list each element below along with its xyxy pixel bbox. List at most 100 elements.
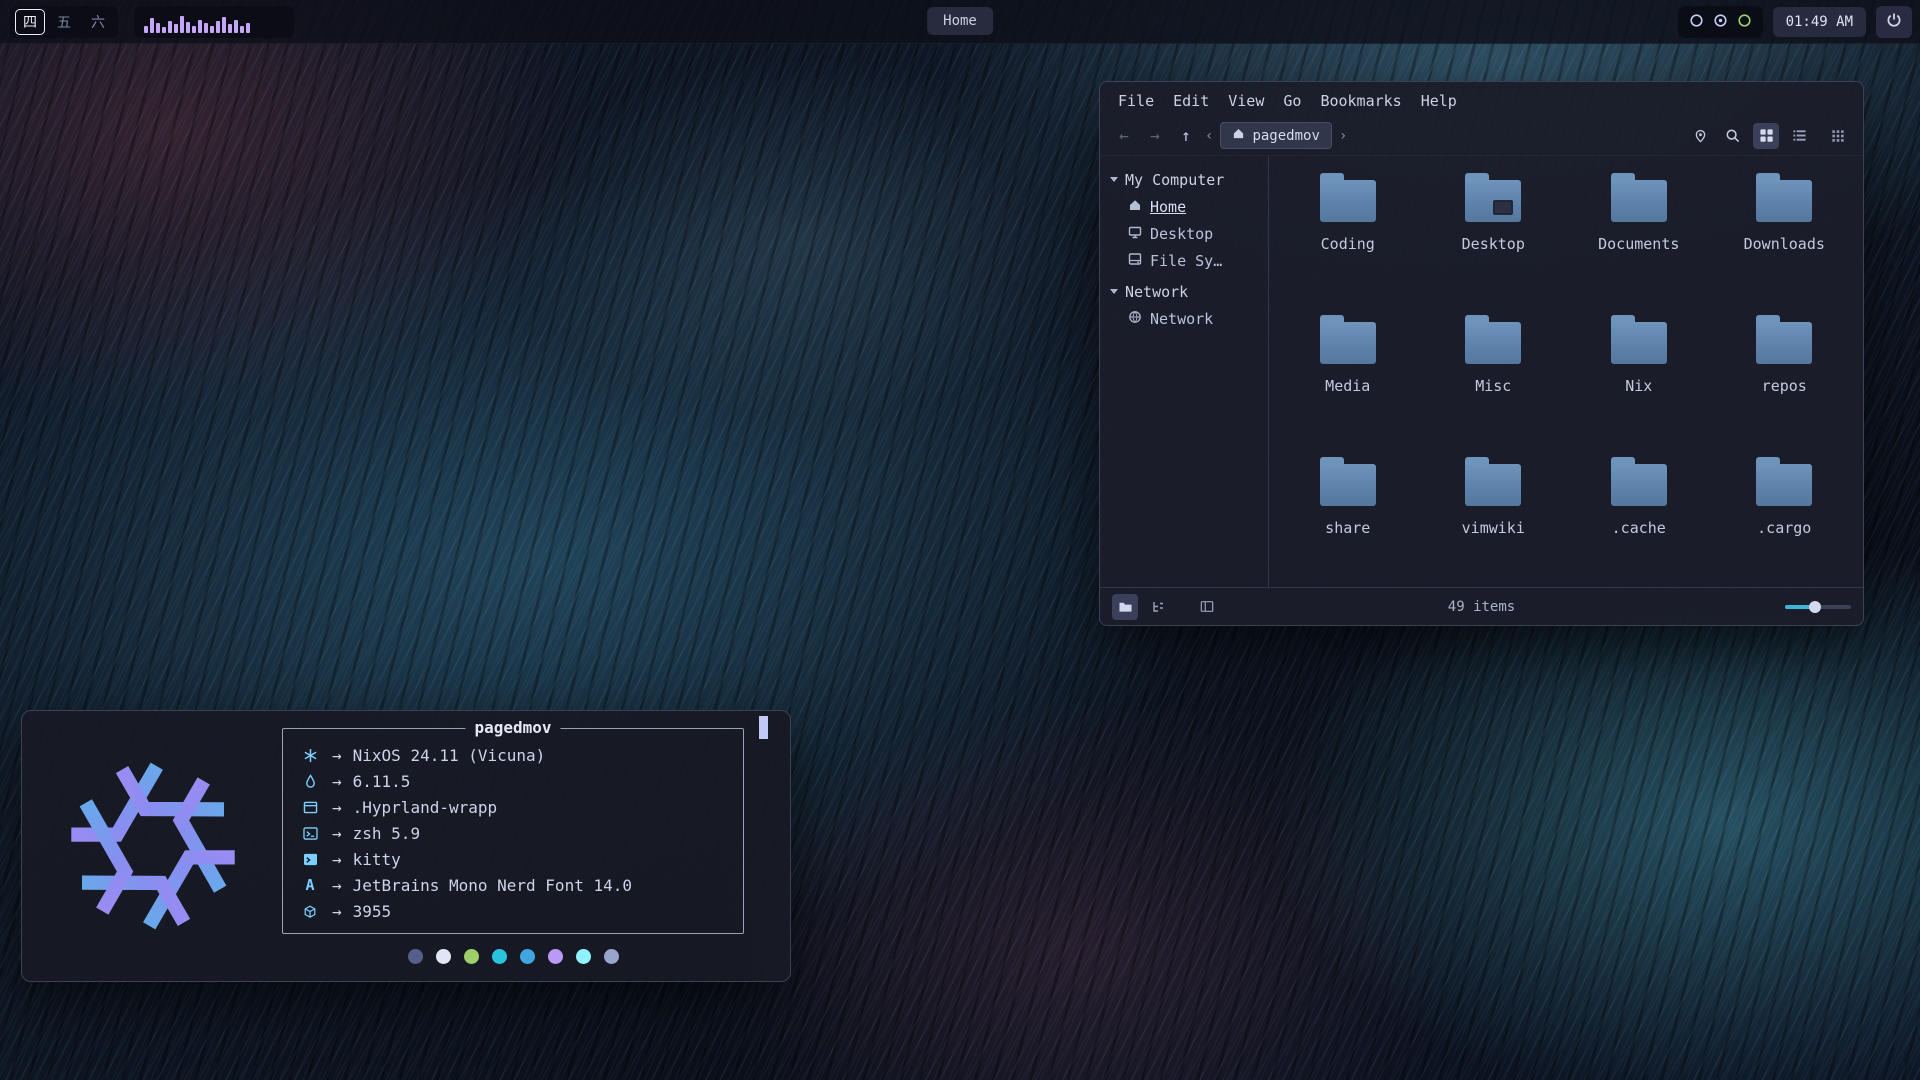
clock[interactable]: 01:49 AM: [1773, 7, 1866, 37]
fetch-arrow: →: [332, 902, 342, 921]
tray-icon-3[interactable]: [1737, 13, 1752, 32]
workspace-3[interactable]: 六: [83, 9, 113, 35]
tray-icon-2[interactable]: [1713, 13, 1728, 32]
status-bar: 49 items: [1100, 587, 1863, 625]
palette-dot: [464, 949, 479, 964]
fetch-arrow: →: [332, 850, 342, 869]
sidebar-section-my-computer[interactable]: My Computer: [1110, 166, 1268, 193]
show-folders-button[interactable]: [1112, 594, 1138, 620]
folder-item-coding[interactable]: Coding: [1275, 166, 1421, 308]
visualizer-bar: [168, 21, 172, 33]
menu-help[interactable]: Help: [1421, 92, 1457, 112]
menu-bookmarks[interactable]: Bookmarks: [1320, 92, 1401, 112]
apps-grid-button[interactable]: [1825, 123, 1851, 149]
side-pane-toggle-button[interactable]: [1194, 594, 1220, 620]
path-scroll-left-icon[interactable]: ‹: [1205, 128, 1213, 144]
visualizer-bar: [216, 21, 220, 33]
up-button[interactable]: ↑: [1174, 126, 1198, 145]
zoom-slider[interactable]: [1785, 605, 1851, 609]
sidebar-item-desktop[interactable]: Desktop: [1110, 220, 1268, 247]
path-scroll-right-icon[interactable]: ›: [1339, 128, 1347, 144]
path-bar[interactable]: pagedmov: [1220, 122, 1331, 149]
visualizer-bar: [186, 22, 190, 33]
sidebar-item-home[interactable]: Home: [1110, 193, 1268, 220]
folder-icon: [1320, 180, 1376, 222]
zoom-slider-knob[interactable]: [1809, 601, 1821, 613]
path-segment: pagedmov: [1252, 128, 1319, 144]
folder-item-share[interactable]: share: [1275, 450, 1421, 592]
palette-dot: [604, 949, 619, 964]
folder-item-vimwiki[interactable]: vimwiki: [1421, 450, 1567, 592]
folder-label: Media: [1325, 377, 1370, 395]
menu-go[interactable]: Go: [1283, 92, 1301, 112]
folder-item-desktop[interactable]: Desktop: [1421, 166, 1567, 308]
menu-edit[interactable]: Edit: [1173, 92, 1209, 112]
fetch-arrow: →: [332, 746, 342, 765]
forward-button[interactable]: →: [1143, 126, 1167, 145]
terminal-window: pagedmov → NixOS 24.11 (Vicuna) → 6.11.5: [21, 710, 791, 982]
fetch-line-shell: → zsh 5.9: [299, 820, 727, 846]
folder-item-nix[interactable]: Nix: [1566, 308, 1712, 450]
location-pin-button[interactable]: [1687, 123, 1713, 149]
audio-visualizer: [134, 6, 294, 38]
folder-item-documents[interactable]: Documents: [1566, 166, 1712, 308]
menu-file[interactable]: File: [1118, 92, 1154, 112]
visualizer-bar: [144, 26, 148, 33]
menu-view[interactable]: View: [1228, 92, 1264, 112]
kernel-icon: [299, 774, 321, 789]
palette-dot: [520, 949, 535, 964]
tray-icon-1[interactable]: [1689, 13, 1704, 32]
visualizer-bar: [228, 24, 232, 33]
disk-icon: [1128, 252, 1142, 270]
workspace-1[interactable]: 四: [15, 9, 45, 35]
power-button[interactable]: [1876, 6, 1912, 38]
sidebar-section-network[interactable]: Network: [1110, 278, 1268, 305]
fetch-value: 3955: [353, 902, 392, 921]
folder-icon: [1611, 322, 1667, 364]
fetch-line-kernel: → 6.11.5: [299, 768, 727, 794]
file-manager-body: My Computer Home Desktop File Sy…: [1100, 156, 1863, 587]
color-palette: [282, 949, 744, 964]
visualizer-bar: [150, 18, 154, 33]
visualizer-bar: [156, 23, 160, 33]
folder-icon: [1756, 180, 1812, 222]
folder-icon: [1756, 464, 1812, 506]
list-view-button[interactable]: [1786, 123, 1812, 149]
file-manager-window: File Edit View Go Bookmarks Help ← → ↑ ‹…: [1099, 81, 1864, 626]
search-button[interactable]: [1720, 123, 1746, 149]
folder-item-repos[interactable]: repos: [1712, 308, 1858, 450]
sidebar: My Computer Home Desktop File Sy…: [1100, 156, 1268, 587]
folder-item-misc[interactable]: Misc: [1421, 308, 1567, 450]
tree-view-button[interactable]: [1145, 594, 1171, 620]
folder-item-cache[interactable]: .cache: [1566, 450, 1712, 592]
terminal-cursor: [759, 716, 768, 739]
fetch-value: zsh 5.9: [353, 824, 420, 843]
fetch-value: .Hyprland-wrapp: [353, 798, 498, 817]
sidebar-item-filesystem[interactable]: File Sy…: [1110, 247, 1268, 274]
folder-icon: [1320, 464, 1376, 506]
font-icon: A: [299, 876, 321, 894]
visualizer-bar: [198, 20, 202, 33]
folder-label: vimwiki: [1462, 519, 1525, 537]
active-window-title[interactable]: Home: [927, 7, 993, 35]
icon-view-button[interactable]: [1753, 123, 1779, 149]
workspace-2[interactable]: 五: [49, 9, 79, 35]
visualizer-bar: [204, 23, 208, 33]
sidebar-item-network[interactable]: Network: [1110, 305, 1268, 332]
folder-label: Documents: [1598, 235, 1679, 253]
folder-item-media[interactable]: Media: [1275, 308, 1421, 450]
palette-dot: [548, 949, 563, 964]
folder-icon: [1465, 464, 1521, 506]
fetch-arrow: →: [332, 824, 342, 843]
sidebar-item-label: Network: [1150, 310, 1213, 328]
collapse-triangle-icon: [1110, 177, 1118, 182]
sidebar-item-label: File Sy…: [1150, 252, 1222, 270]
visualizer-bar: [210, 26, 214, 33]
shell-icon: [299, 827, 321, 840]
folder-item-downloads[interactable]: Downloads: [1712, 166, 1858, 308]
terminal-icon: [299, 853, 321, 866]
system-tray: [1678, 6, 1763, 38]
folder-item-cargo[interactable]: .cargo: [1712, 450, 1858, 592]
sidebar-section-label: My Computer: [1125, 171, 1224, 189]
back-button[interactable]: ←: [1112, 126, 1136, 145]
